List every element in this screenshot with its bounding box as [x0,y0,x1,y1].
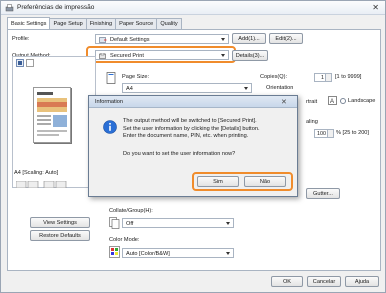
scaling-range: % [25 to 200] [336,130,369,136]
layout-buttons-icons[interactable] [16,181,98,188]
landscape-radio[interactable] [340,98,346,104]
title-bar: Preferências de impressão ✕ [1,1,385,15]
landscape-label: Landscape [348,98,376,104]
spin-arrows-icon[interactable] [327,130,333,137]
ok-button[interactable]: OK [271,276,303,287]
page-size-icon [106,72,116,84]
info-icon [103,120,117,134]
gutter-button[interactable]: Gutter... [306,188,340,199]
information-dialog: Information ✕ The output method will be … [88,95,298,197]
scaling-stepper[interactable]: 100 [314,129,334,138]
secured-print-icon [99,52,106,59]
thumbnail-content-icon [37,92,67,136]
dialog-title: Information [95,98,123,105]
page-size-label: Page Size: [122,74,150,80]
page-size-select[interactable]: A4 [122,83,252,93]
close-window-button[interactable]: ✕ [372,3,379,12]
color-mode-value: Auto [Color/B&W] [126,250,170,257]
dialog-question: Do you want to set the user information … [123,151,236,157]
preview-caption: A4 [Scaling: Auto] [14,170,59,176]
dialog-close-button[interactable]: ✕ [281,98,287,106]
svg-text:A: A [330,99,334,105]
profile-select[interactable]: Default Settings [95,34,229,44]
chevron-down-icon [226,252,230,255]
yes-button[interactable]: Sim [197,176,239,187]
details-button[interactable]: Details(3)... [232,50,268,61]
view-settings-button[interactable]: View Settings [30,217,90,228]
chevron-down-icon [221,54,225,57]
cancel-button[interactable]: Cancelar [307,276,341,287]
help-button[interactable]: Ajuda [345,276,379,287]
landscape-page-icon: A [328,96,337,105]
chevron-down-icon [226,222,230,225]
chevron-down-icon [221,38,225,41]
orientation-label: Orientation [266,85,294,91]
copies-label: Copies(Q): [260,74,288,80]
profile-label: Profile: [12,36,30,42]
scaling-label-fragment: aling [306,119,318,125]
output-method-value: Secured Print [110,52,144,59]
page-preview [12,56,96,188]
collate-value: Off [126,220,134,227]
add-profile-button[interactable]: Add(1)... [232,33,266,44]
spin-arrows-icon[interactable] [325,74,331,81]
profile-icon [99,36,107,43]
tab-paper-source[interactable]: Paper Source [115,18,158,29]
printer-icon [5,4,14,12]
portrait-label-fragment: rtrait [306,99,318,105]
scaling-value: 100 [317,131,326,137]
page-thumbnail [33,87,71,143]
copies-value: 1 [321,75,324,81]
color-mode-icon [109,246,120,258]
chevron-down-icon [244,87,248,90]
page-size-value: A4 [126,85,133,92]
tab-finishing[interactable]: Finishing [85,18,117,29]
color-mode-select[interactable]: Auto [Color/B&W] [122,248,234,258]
window-title: Preferências de impressão [17,4,95,11]
output-method-select[interactable]: Secured Print [95,50,229,60]
dialog-message-line3: Enter the document name, PIN, etc. when … [123,133,249,139]
color-mode-label: Color Mode: [109,237,140,243]
view-toggle-icons[interactable] [16,59,36,67]
dialog-message-line1: The output method will be switched to [S… [123,118,257,124]
collate-icon [109,217,120,229]
edit-profile-button[interactable]: Edit(2)... [269,33,303,44]
collate-label: Collate/Group(H): [109,208,153,214]
copies-range: [1 to 9999] [335,74,362,80]
no-button[interactable]: Não [244,176,286,187]
tab-basic-settings[interactable]: Basic Settings [7,17,51,29]
restore-defaults-button[interactable]: Restore Defaults [30,230,90,241]
tab-page-setup[interactable]: Page Setup [49,18,87,29]
tab-quality[interactable]: Quality [156,18,182,29]
tab-strip: Basic Settings Page Setup Finishing Pape… [7,17,182,29]
collate-select[interactable]: Off [122,218,234,228]
profile-value: Default Settings [110,36,150,43]
dialog-message-line2: Set the user information by clicking the… [123,125,260,132]
dialog-title-bar: Information ✕ [89,96,297,108]
copies-stepper[interactable]: 1 [314,73,332,82]
